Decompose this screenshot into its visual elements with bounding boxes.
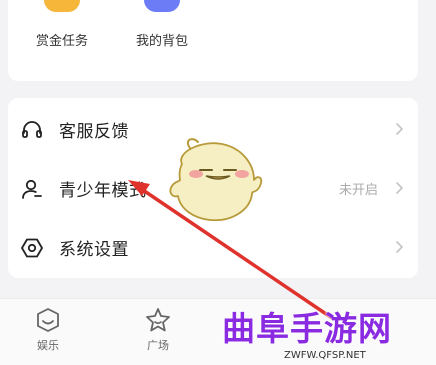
tab-label: 娱乐 <box>37 339 59 352</box>
settings-icon <box>21 238 43 258</box>
chevron-right-icon <box>396 241 403 253</box>
star-icon <box>146 308 170 332</box>
bounty-task-icon <box>44 0 80 12</box>
bounty-task-label: 赏金任务 <box>35 34 88 49</box>
tab-label: 广场 <box>147 339 169 352</box>
smile-icon <box>37 308 59 332</box>
site-watermark: 曲阜手游网 ZWFW.QFSP.NET <box>218 300 436 364</box>
watermark-url: ZWFW.QFSP.NET <box>284 350 366 361</box>
my-backpack-label: 我的背包 <box>135 34 188 49</box>
chevron-right-icon <box>396 182 403 194</box>
menu-item-system-settings[interactable]: 系统设置 <box>8 218 418 276</box>
headset-icon <box>22 121 42 138</box>
top-feature-card: 赏金任务 我的背包 <box>8 0 418 81</box>
teen-mode-status: 未开启 <box>338 183 378 198</box>
menu-item-label: 青少年模式 <box>59 181 147 201</box>
duck-mascot-sticker <box>169 138 263 222</box>
tab-entertainment[interactable]: 娱乐 <box>18 305 78 353</box>
tab-square[interactable]: 广场 <box>128 305 188 353</box>
watermark-title: 曲阜手游网 <box>222 309 392 348</box>
user-icon <box>22 179 42 199</box>
menu-item-label: 客服反馈 <box>59 122 129 142</box>
backpack-icon <box>144 0 180 12</box>
menu-item-label: 系统设置 <box>59 240 129 260</box>
chevron-right-icon <box>396 123 403 135</box>
